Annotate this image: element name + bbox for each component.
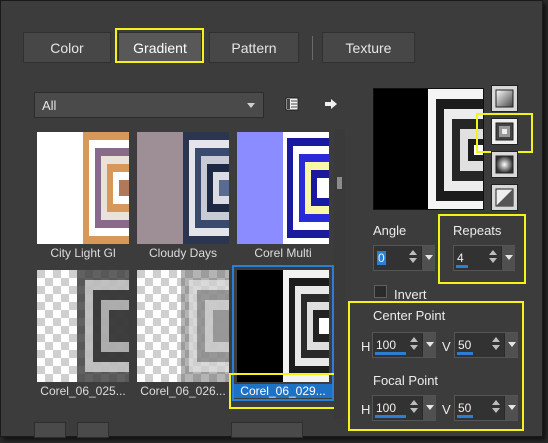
tab-pattern[interactable]: Pattern (209, 32, 299, 63)
thumbnail-label: Corel_06_026... (140, 384, 226, 398)
library-icon[interactable] (282, 94, 302, 114)
rectangular-style-icon (495, 122, 514, 141)
center-h-dropdown[interactable] (422, 333, 436, 357)
material-properties-dialog: Color Gradient Pattern Texture All City … (0, 0, 543, 438)
invert-checkbox[interactable] (374, 285, 387, 298)
repeats-spin-arrows[interactable] (487, 248, 499, 268)
gradient-preview (373, 88, 484, 210)
focal-v-spin-arrows[interactable] (490, 398, 502, 418)
repeats-slider-fill (456, 265, 468, 268)
angle-dropdown[interactable] (421, 246, 435, 270)
thumbnail-scrollbar[interactable] (334, 129, 345, 419)
center-v-spin-arrows[interactable] (490, 335, 502, 355)
repeats-input[interactable]: 4 (453, 245, 515, 271)
linear-style-button[interactable] (491, 85, 518, 112)
focal-h-slider-fill (375, 415, 406, 418)
focal-v-slider-fill (457, 415, 473, 418)
center-h-value: 100 (376, 338, 397, 352)
thumbnail-label: City Light Gl (50, 246, 116, 260)
thumbnail-image (137, 270, 229, 382)
thumbnail-city-light[interactable]: City Light Gl (34, 129, 132, 261)
repeats-label: Repeats (453, 223, 502, 238)
center-h-label: H (361, 339, 371, 354)
focal-h-value: 100 (376, 401, 397, 415)
scrollbar-thumb[interactable] (337, 177, 342, 189)
angle-value: 0 (377, 251, 386, 265)
chevron-down-icon (247, 103, 255, 108)
sunburst-style-button[interactable] (491, 151, 518, 178)
bottom-button[interactable] (34, 422, 66, 438)
center-h-slider-fill (375, 352, 406, 355)
rectangular-style-button[interactable] (491, 118, 518, 145)
thumbnail-image (237, 132, 329, 244)
tab-divider (312, 36, 313, 60)
invert-label: Invert (394, 287, 427, 302)
angle-input[interactable]: 0 (373, 245, 435, 271)
angle-spin-arrows[interactable] (407, 248, 419, 268)
thumbnail-corel-multi[interactable]: Corel Multi (234, 129, 332, 261)
tab-gradient[interactable]: Gradient (118, 32, 202, 63)
gradient-thumbnail-grid: City Light Gl Cloudy Days Corel Multi Co… (34, 129, 334, 419)
thumbnail-label: Corel_06_029... (234, 384, 332, 398)
center-point-label: Center Point (373, 308, 446, 323)
center-v-dropdown[interactable] (504, 333, 518, 357)
category-select-value: All (42, 97, 57, 113)
thumbnail-image (37, 132, 129, 244)
focal-v-value: 50 (458, 401, 472, 415)
center-h-input[interactable]: 100 (372, 332, 436, 358)
thumbnail-image (137, 132, 229, 244)
thumbnail-corel-06-025[interactable]: Corel_06_025... (34, 267, 132, 399)
focal-v-dropdown[interactable] (504, 396, 518, 420)
repeats-value: 4 (457, 251, 464, 265)
thumbnail-image (237, 270, 329, 382)
linear-style-icon (495, 89, 514, 108)
tab-color[interactable]: Color (23, 32, 111, 63)
category-select[interactable]: All (34, 92, 264, 118)
thumbnail-label: Corel Multi (254, 246, 312, 260)
center-v-label: V (442, 339, 451, 354)
center-v-input[interactable]: 50 (454, 332, 518, 358)
sunburst-style-icon (495, 155, 514, 174)
thumbnail-cloudy-days[interactable]: Cloudy Days (134, 129, 232, 261)
focal-v-input[interactable]: 50 (454, 395, 518, 421)
focal-h-label: H (361, 402, 371, 417)
thumbnail-corel-06-029[interactable]: Corel_06_029... (232, 265, 334, 401)
focal-h-input[interactable]: 100 (372, 395, 436, 421)
angle-label: Angle (373, 223, 407, 238)
thumbnail-label: Cloudy Days (148, 246, 218, 260)
bottom-button[interactable] (231, 422, 303, 438)
thumbnail-image (37, 270, 129, 382)
bottom-button[interactable] (77, 422, 109, 438)
radial-style-icon (495, 188, 514, 207)
focal-point-label: Focal Point (373, 373, 439, 388)
arrow-right-icon[interactable] (321, 94, 341, 114)
thumbnail-corel-06-026[interactable]: Corel_06_026... (134, 267, 232, 399)
radial-style-button[interactable] (491, 184, 518, 211)
focal-h-spin-arrows[interactable] (408, 398, 420, 418)
focal-h-dropdown[interactable] (422, 396, 436, 420)
center-h-spin-arrows[interactable] (408, 335, 420, 355)
center-v-value: 50 (458, 338, 472, 352)
tab-texture[interactable]: Texture (322, 32, 415, 63)
center-v-slider-fill (457, 352, 473, 355)
focal-v-label: V (442, 402, 451, 417)
repeats-dropdown[interactable] (501, 246, 515, 270)
thumbnail-label: Corel_06_025... (40, 384, 126, 398)
